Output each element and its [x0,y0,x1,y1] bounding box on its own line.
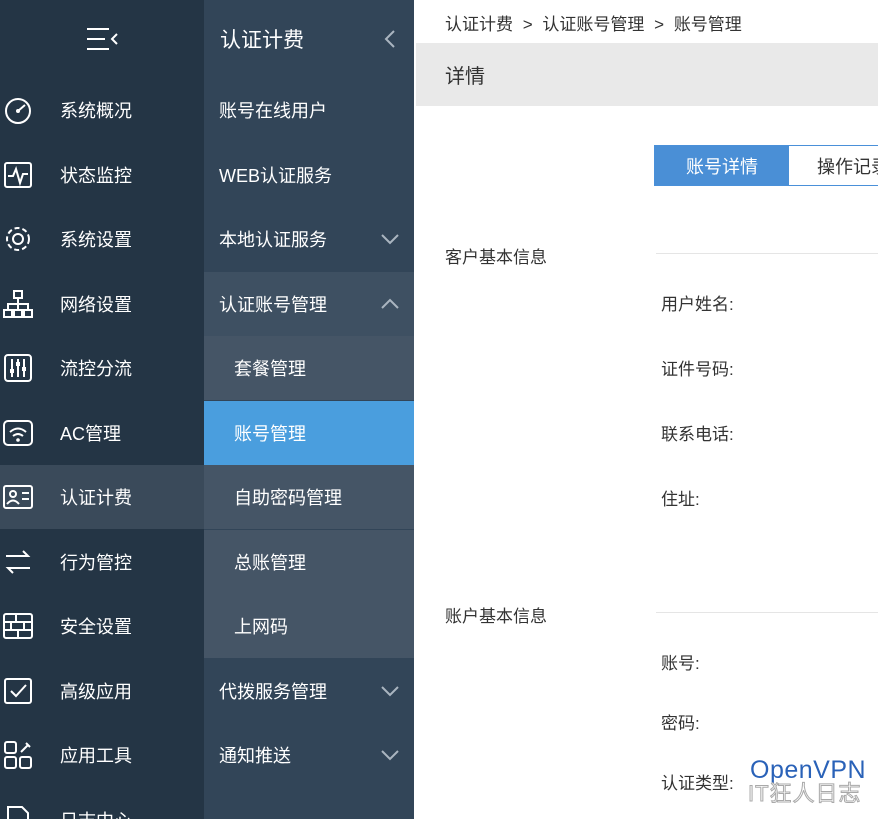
sidebar-item-label: 系统概况 [60,101,132,121]
submenu-item-label: 账号管理 [234,423,306,444]
sidebar-item-gauge[interactable]: 系统概况 [0,78,204,142]
detail-tabs: 账号详情 操作记录 [654,145,878,186]
sidebar-item-label: 日志中心 [60,807,132,819]
section-divider [656,253,878,254]
submenu-subitem[interactable]: 总账管理 [204,529,414,594]
submenu-item-label: WEB认证服务 [219,165,333,186]
tab-account-details[interactable]: 账号详情 [655,146,789,185]
chevron-up-icon [381,298,399,309]
sidebar-item-brick-wall[interactable]: 安全设置 [0,594,204,658]
submenu-item[interactable]: 本地认证服务 [204,207,414,271]
sidebar-item-label: 系统设置 [60,230,132,250]
gear-icon [2,223,34,255]
watermark: OpenVPN IT狂人日志 [748,756,878,807]
sidebar-item-tools[interactable]: 应用工具 [0,723,204,787]
breadcrumb-item[interactable]: 认证账号管理 [542,15,644,34]
watermark-line2: IT狂人日志 [748,781,862,807]
sidebar-item-label: 网络设置 [60,294,132,315]
chevron-down-icon [381,750,399,761]
gauge-icon [2,94,34,126]
submenu-item-label: 自助密码管理 [234,488,342,508]
tools-icon [2,739,34,771]
check-window-icon [2,675,34,707]
sidebar-item-label: 认证计费 [60,488,132,508]
sidebar-item-monitor-pulse[interactable]: 状态监控 [0,143,204,207]
section-divider [656,612,878,613]
app-window: 系统概况 状态监控 系统设置 网络设置 流控分流 AC管理 认证计费 行为管控 安全设置 高级应用… [0,0,878,819]
arrows-icon [2,546,34,578]
submenu-item-label: 上网码 [234,617,288,637]
submenu-item-label: 本地认证服务 [219,230,327,250]
sidebar-item-label: 行为管控 [60,552,132,573]
submenu-item[interactable]: 账号在线用户 [204,78,414,142]
field-label-address: 住址: [661,490,700,509]
breadcrumb-separator: > [522,15,533,34]
account-section-title: 账户基本信息 [445,607,547,626]
network-icon [2,288,34,320]
chevron-down-icon [381,685,399,696]
secondary-sidebar: 认证计费 账号在线用户 WEB认证服务 本地认证服务 认证账号管理 套餐管理账号管理自助… [204,0,414,819]
sidebar-item-document[interactable]: 日志中心 [0,788,204,819]
sidebar-item-check-window[interactable]: 高级应用 [0,659,204,723]
primary-sidebar: 系统概况状态监控系统设置网络设置流控分流 AC管理认证计费行为管控安全设置高级应用… [0,0,204,819]
menu-toggle-button[interactable] [0,0,204,78]
sidebar-item-label: AC管理 [60,423,122,444]
submenu-subitem[interactable]: 自助密码管理 [204,465,414,529]
sidebar-item-label: 应用工具 [60,746,132,766]
menu-collapse-icon [87,28,118,50]
submenu-item-label: 通知推送 [219,746,291,766]
sidebar-item-wifi[interactable]: AC管理 [0,401,204,465]
document-icon [2,804,34,819]
field-label-password: 密码: [661,714,700,733]
breadcrumb-separator: > [654,15,665,34]
main-content: 认证计费 > 认证账号管理 > 账号管理 详情 账号详情 操作记录 客户基本信息… [414,0,878,819]
submenu-item[interactable]: 代拨服务管理 [204,659,414,723]
sliders-icon [2,352,34,384]
breadcrumb-item[interactable]: 认证计费 [445,15,513,34]
collapse-chevron-left-icon[interactable] [382,29,398,49]
submenu-subitem[interactable]: 上网码 [204,594,414,658]
chevron-down-icon [381,234,399,245]
field-label-phone: 联系电话: [661,425,734,444]
wifi-icon [2,417,34,449]
sidebar-item-label: 流控分流 [60,359,132,379]
sidebar-item-gear[interactable]: 系统设置 [0,207,204,271]
field-label-auth-type: 认证类型: [661,774,734,793]
submenu-item-label: 代拨服务管理 [219,681,327,702]
submenu-item[interactable]: WEB认证服务 [204,143,414,207]
sidebar-item-arrows[interactable]: 行为管控 [0,530,204,594]
submenu-item-label: 套餐管理 [234,359,306,379]
submenu-header: 认证计费 [204,0,414,78]
sidebar-item-network[interactable]: 网络设置 [0,272,204,336]
breadcrumb-item-current: 账号管理 [673,15,742,34]
submenu-subitem[interactable]: 账号管理 [204,400,414,465]
submenu-item[interactable]: 认证账号管理 [204,271,414,336]
submenu-title: 认证计费 [220,29,304,52]
brick-wall-icon [2,610,34,642]
customer-section-title: 客户基本信息 [445,248,547,267]
sidebar-item-id-card[interactable]: 认证计费 [0,465,204,529]
monitor-pulse-icon [2,159,34,191]
page-title-bar: 详情 [416,43,878,106]
tab-operation-log[interactable]: 操作记录 [789,146,878,185]
submenu-subitem[interactable]: 套餐管理 [204,336,414,400]
sidebar-item-label: 状态监控 [60,165,132,186]
submenu-item-label: 总账管理 [234,552,306,573]
page-title: 详情 [445,66,485,88]
field-label-name: 用户姓名: [661,295,734,314]
submenu-item[interactable]: 通知推送 [204,723,414,787]
sidebar-item-label: 高级应用 [60,681,132,702]
sidebar-item-label: 安全设置 [60,617,132,637]
field-label-account: 账号: [661,654,700,673]
submenu-item-label: 账号在线用户 [219,101,327,121]
breadcrumb: 认证计费 > 认证账号管理 > 账号管理 [445,10,747,35]
submenu-item-label: 认证账号管理 [219,294,327,315]
field-label-id-number: 证件号码: [661,360,734,379]
id-card-icon [2,481,34,513]
sidebar-item-sliders[interactable]: 流控分流 [0,336,204,400]
